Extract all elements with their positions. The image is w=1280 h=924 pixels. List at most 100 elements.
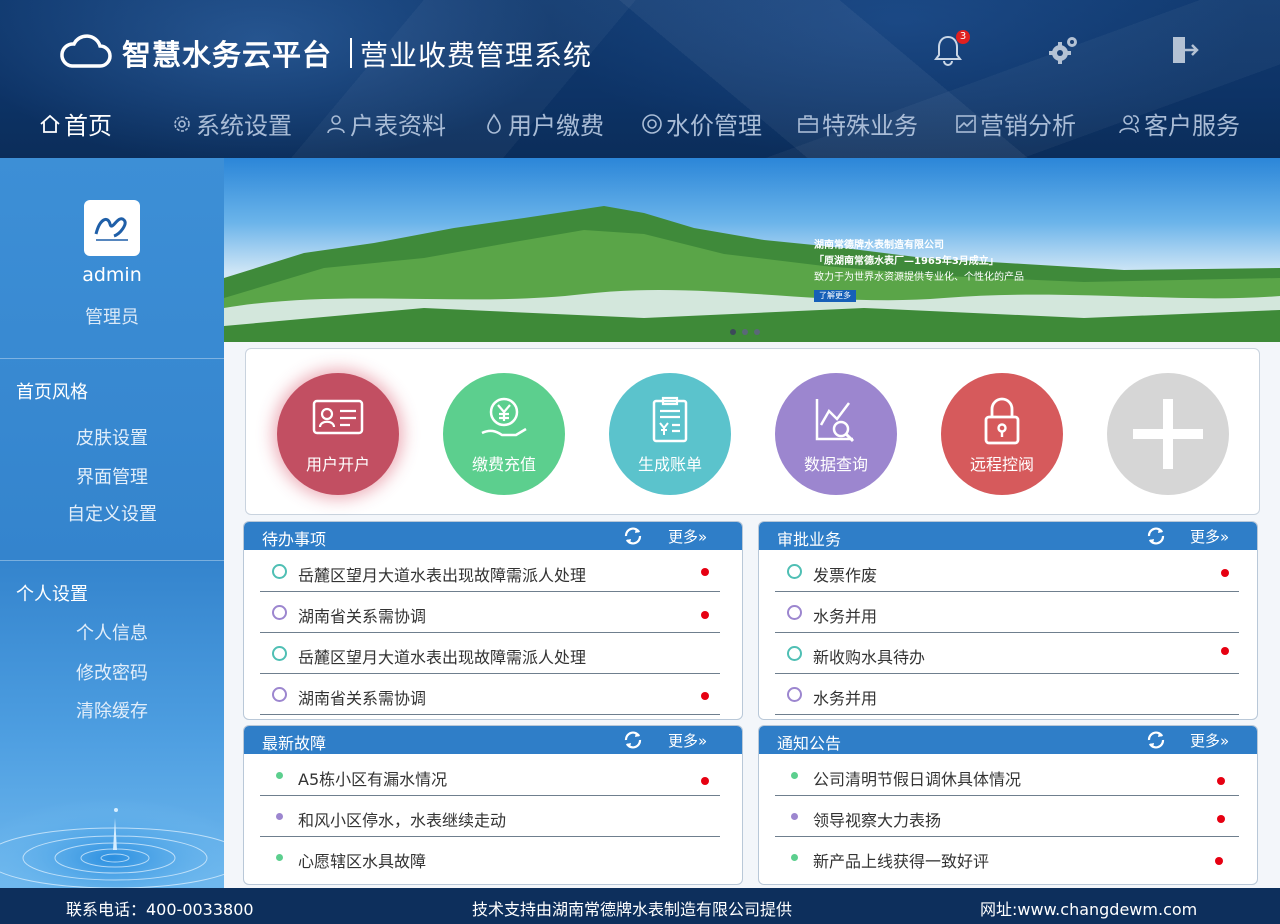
- banner-dot[interactable]: [742, 329, 748, 335]
- users-icon: [1119, 114, 1139, 133]
- sidebar: admin 管理员 首页风格 皮肤设置 界面管理 自定义设置 个人设置 个人信息…: [0, 158, 224, 888]
- user-icon: [327, 114, 345, 133]
- quick-action-remote-valve[interactable]: 远程控阀: [941, 373, 1063, 495]
- chart-search-icon: [815, 399, 855, 443]
- list-item[interactable]: 湖南省关系需协调: [260, 592, 720, 633]
- sidebar-divider: [0, 560, 224, 561]
- sidebar-item-change-password[interactable]: 修改密码: [0, 659, 224, 685]
- quick-action-open-account[interactable]: 用户开户: [277, 373, 399, 495]
- quick-action-label: 远程控阀: [969, 455, 1034, 474]
- more-link[interactable]: 更多»: [1190, 526, 1229, 547]
- water-ripple-image: [0, 788, 224, 888]
- panel-title: 最新故障: [262, 734, 327, 753]
- notification-bell-icon[interactable]: 3: [930, 30, 970, 68]
- list-item[interactable]: 岳麓区望月大道水表出现故障需派人处理: [260, 633, 720, 674]
- circle-icon: [787, 605, 802, 620]
- circle-icon: [272, 605, 287, 620]
- quick-action-data-query[interactable]: 数据查询: [775, 373, 897, 495]
- promo-banner[interactable]: 湖南常德牌水表制造有限公司 「原湖南常德水表厂—1965年3月成立」 致力于为世…: [224, 158, 1280, 342]
- cloud-logo-icon: [58, 30, 112, 74]
- sidebar-item-personal-info[interactable]: 个人信息: [0, 619, 224, 645]
- banner-caption: 湖南常德牌水表制造有限公司 「原湖南常德水表厂—1965年3月成立」 致力于为世…: [814, 238, 1024, 304]
- nav-label: 营销分析: [980, 112, 1076, 140]
- sidebar-item-interface-management[interactable]: 界面管理: [0, 463, 224, 489]
- more-link[interactable]: 更多»: [668, 526, 707, 547]
- list-item[interactable]: 心愿辖区水具故障: [260, 837, 720, 878]
- list-item-text: 新收购水具待办: [813, 648, 926, 667]
- banner-slogan: 致力于为世界水资源提供专业化、个性化的产品: [814, 272, 1024, 283]
- circle-icon: [787, 646, 802, 661]
- faults-panel: 最新故障 更多» A5栋小区有漏水情况 和风小区停水，水表继续走动 心愿辖区水具…: [243, 725, 743, 885]
- panel-title: 待办事项: [262, 530, 327, 549]
- list-item[interactable]: 水务并用: [775, 674, 1239, 715]
- quick-actions-panel: 用户开户 缴费充值 生成账单 数据查询 远程控阀: [245, 348, 1260, 515]
- list-item[interactable]: 新收购水具待办: [775, 633, 1239, 674]
- footer-website[interactable]: 网址:www.changdewm.com: [980, 896, 1197, 920]
- panel-title: 审批业务: [777, 530, 842, 549]
- notification-badge: 3: [956, 30, 970, 44]
- nav-system-settings[interactable]: 系统设置: [170, 106, 292, 141]
- nav-marketing-analysis[interactable]: 营销分析: [954, 106, 1076, 141]
- circle-icon: [272, 564, 287, 579]
- nav-special-business[interactable]: 特殊业务: [796, 106, 918, 141]
- footer-support: 技术支持由湖南常德牌水表制造有限公司提供: [472, 900, 793, 919]
- lock-icon: [984, 397, 1020, 445]
- sidebar-item-custom-settings[interactable]: 自定义设置: [0, 500, 224, 526]
- list-item[interactable]: 新产品上线获得一致好评: [775, 837, 1239, 878]
- title-divider: [350, 38, 352, 68]
- quick-action-generate-bill[interactable]: 生成账单: [609, 373, 731, 495]
- nav-label: 首页: [64, 112, 112, 140]
- list-item[interactable]: A5栋小区有漏水情况: [260, 755, 720, 796]
- nav-water-price[interactable]: 水价管理: [640, 106, 762, 141]
- list-item[interactable]: 水务并用: [775, 592, 1239, 633]
- quick-action-label: 数据查询: [803, 455, 868, 474]
- logout-exit-icon[interactable]: [1166, 32, 1202, 68]
- list-item[interactable]: 湖南省关系需协调: [260, 674, 720, 715]
- list-item-text: 湖南省关系需协调: [298, 689, 427, 708]
- quick-action-recharge[interactable]: 缴费充值: [443, 373, 565, 495]
- panel-header: 审批业务 更多»: [759, 522, 1257, 550]
- banner-dot[interactable]: [754, 329, 760, 335]
- banner-learn-more-button[interactable]: 了解更多: [814, 290, 856, 302]
- circle-icon: [272, 687, 287, 702]
- app-header: 智慧水务云平台 营业收费管理系统 3 首页 系统设置 户表资料 用户缴费 水价管…: [0, 0, 1280, 158]
- nav-meter-records[interactable]: 户表资料: [324, 106, 446, 141]
- refresh-icon[interactable]: [622, 729, 644, 751]
- more-link[interactable]: 更多»: [668, 730, 707, 751]
- circle-icon: [787, 687, 802, 702]
- unread-dot: [701, 568, 709, 576]
- list-item[interactable]: 发票作废: [775, 551, 1239, 592]
- refresh-icon[interactable]: [1145, 525, 1167, 547]
- avatar[interactable]: [84, 200, 140, 256]
- list-item[interactable]: 和风小区停水，水表继续走动: [260, 796, 720, 837]
- sidebar-item-clear-cache[interactable]: 清除缓存: [0, 697, 224, 723]
- unread-dot: [1217, 815, 1225, 823]
- nav-user-payment[interactable]: 用户缴费: [482, 106, 604, 141]
- list-item-text: 发票作废: [813, 566, 878, 585]
- nav-customer-service[interactable]: 客户服务: [1118, 106, 1240, 141]
- quick-action-add[interactable]: [1107, 373, 1229, 495]
- list-item[interactable]: 公司清明节假日调休具体情况: [775, 755, 1239, 796]
- banner-dot[interactable]: [730, 329, 736, 335]
- circle-icon: [787, 564, 802, 579]
- footer: 联系电话：400-0033800 技术支持由湖南常德牌水表制造有限公司提供 网址…: [0, 888, 1280, 924]
- bullet-icon: [791, 854, 798, 861]
- banner-pagination: [730, 329, 760, 335]
- list-item[interactable]: 领导视察大力表扬: [775, 796, 1239, 837]
- nav-label: 用户缴费: [508, 112, 604, 140]
- bullet-icon: [791, 813, 798, 820]
- company-logo-icon: [90, 206, 134, 250]
- refresh-icon[interactable]: [1145, 729, 1167, 751]
- sidebar-item-skin-settings[interactable]: 皮肤设置: [0, 424, 224, 450]
- unread-dot: [701, 692, 709, 700]
- bullet-icon: [276, 854, 283, 861]
- unread-dot: [1217, 777, 1225, 785]
- settings-gears-icon[interactable]: [1046, 32, 1082, 68]
- id-card-icon: [312, 399, 364, 435]
- refresh-icon[interactable]: [622, 525, 644, 547]
- nav-home[interactable]: 首页: [38, 106, 112, 141]
- list-item[interactable]: 岳麓区望月大道水表出现故障需派人处理: [260, 551, 720, 592]
- nav-label: 系统设置: [196, 112, 292, 140]
- more-link[interactable]: 更多»: [1190, 730, 1229, 751]
- home-icon: [40, 114, 60, 133]
